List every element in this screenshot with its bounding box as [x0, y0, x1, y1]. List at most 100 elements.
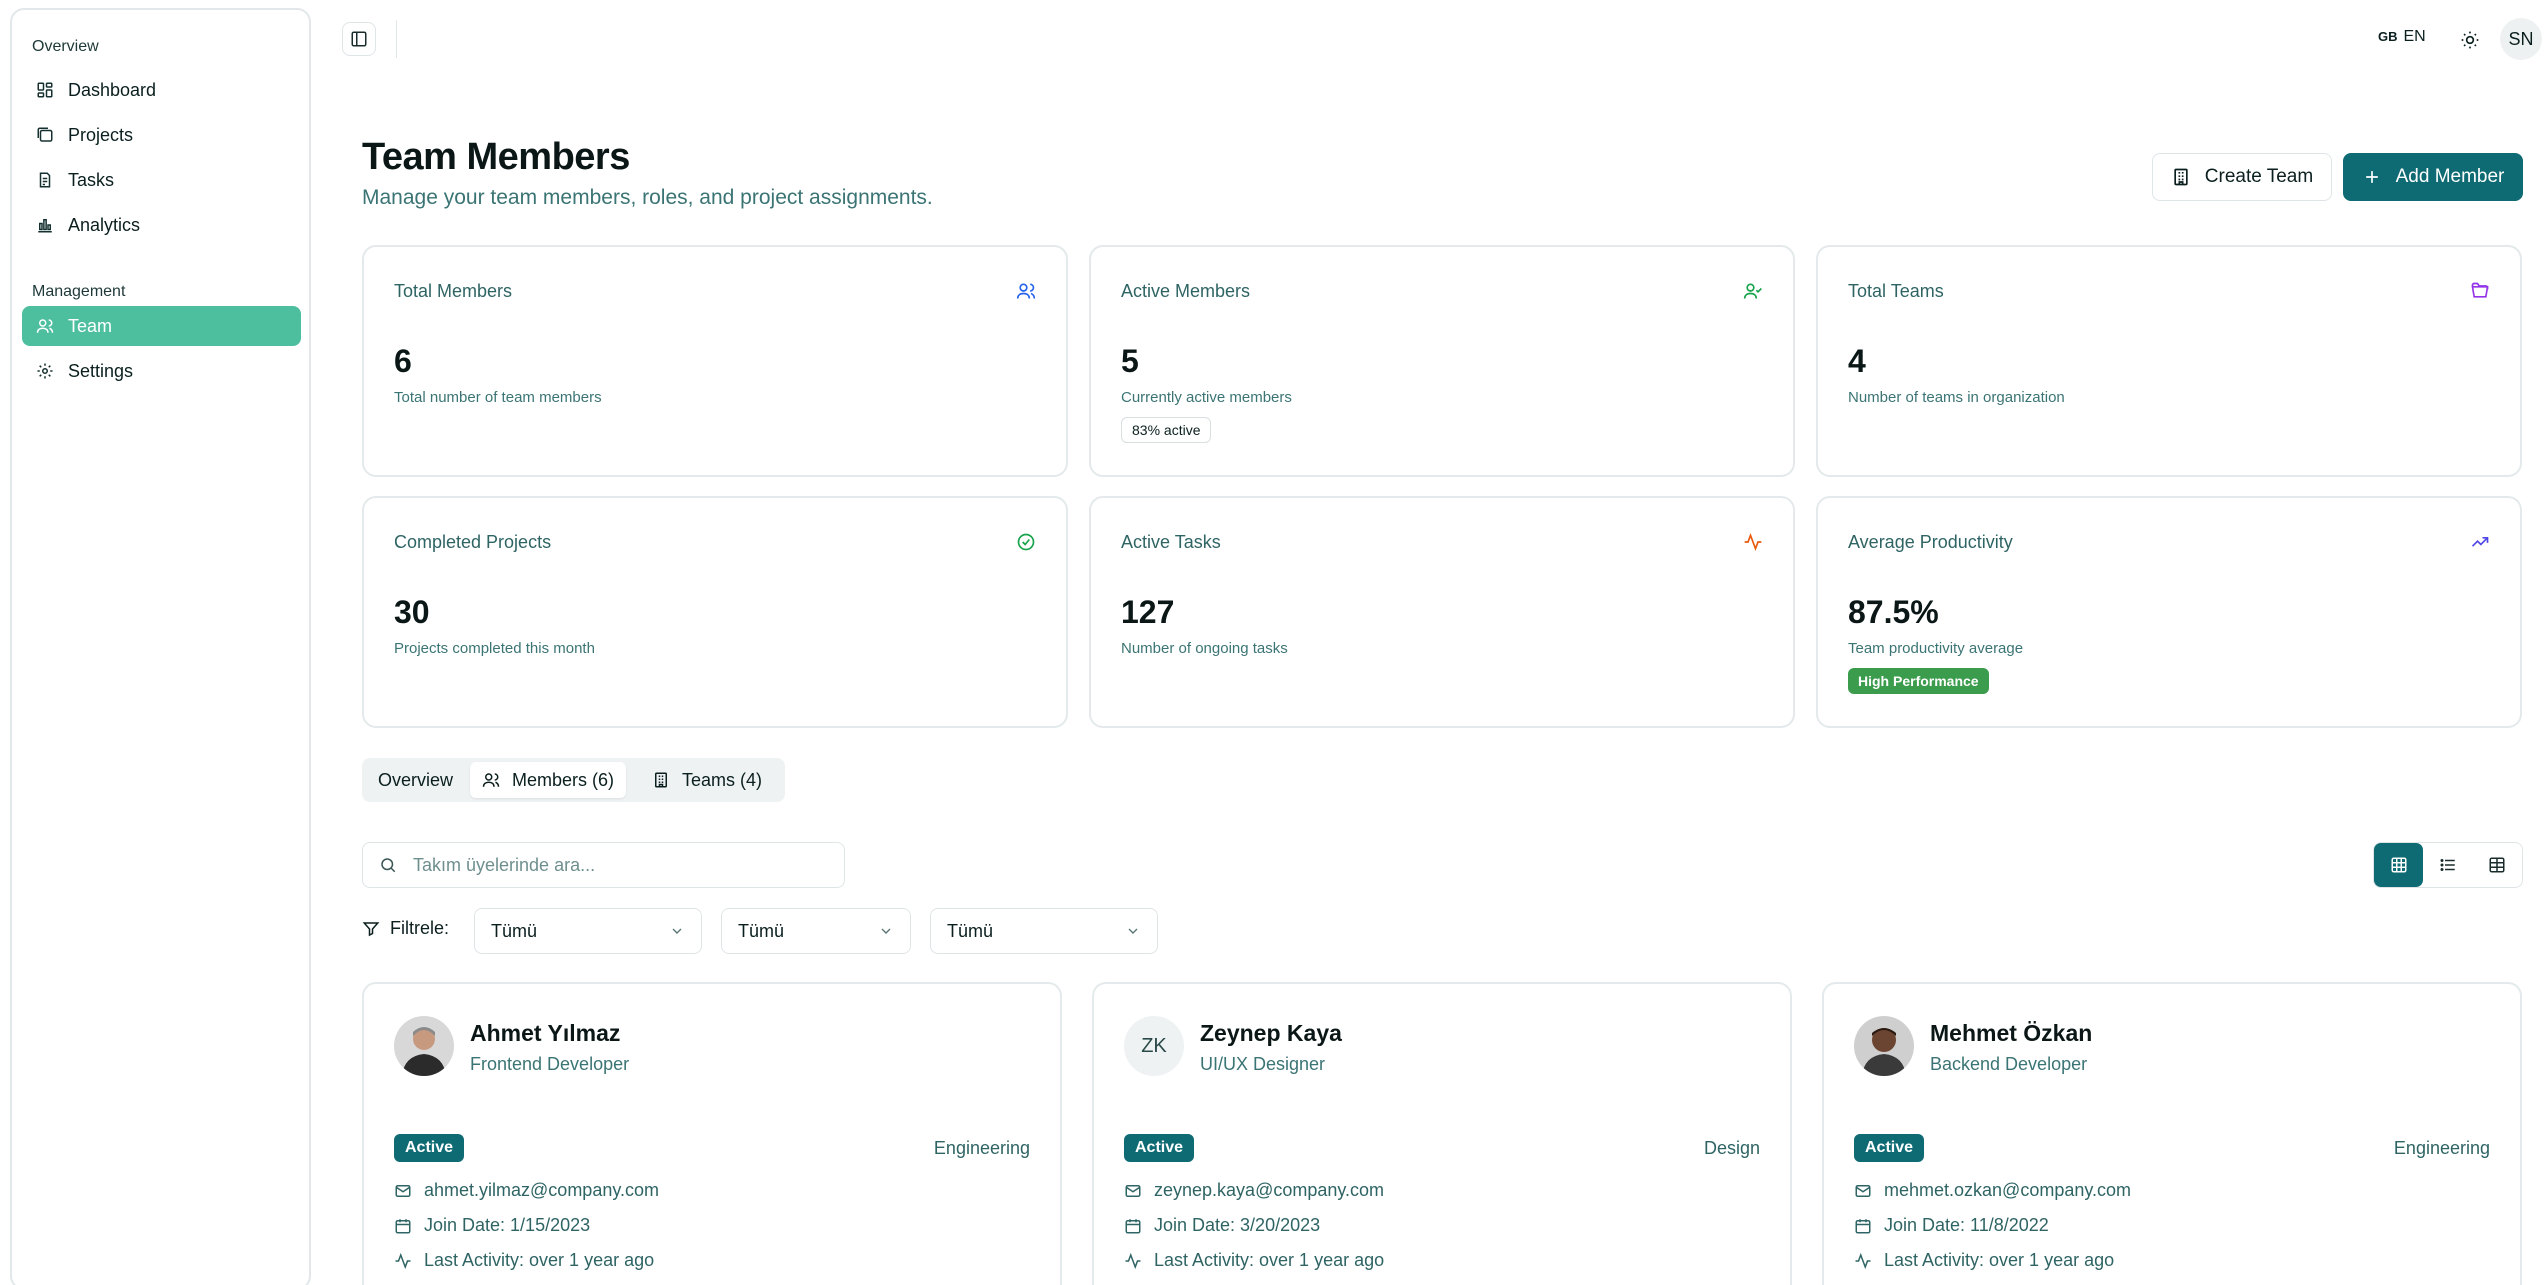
users-icon [1016, 281, 1036, 301]
mail-icon [1124, 1182, 1142, 1200]
stat-title: Active Tasks [1121, 532, 1221, 552]
folders-icon [36, 126, 54, 144]
table-view-button[interactable] [2473, 843, 2522, 887]
sidebar-item-settings[interactable]: Settings [22, 351, 301, 391]
status-badge: Active [1854, 1134, 1925, 1162]
language-switcher[interactable]: GB EN [2378, 28, 2426, 46]
stat-value: 5 [1121, 343, 1139, 379]
building-icon [2171, 167, 2191, 187]
member-card[interactable]: ZK Zeynep Kaya UI/UX Designer Active Des… [1092, 982, 1792, 1285]
activity-icon [1124, 1252, 1142, 1270]
member-last-activity: Last Activity: over 1 year ago [1854, 1250, 2114, 1271]
stat-value: 6 [394, 343, 412, 379]
stat-title: Total Members [394, 281, 513, 301]
stat-card-active-tasks: Active Tasks 127 Number of ongoing tasks [1089, 496, 1795, 728]
stat-title: Completed Projects [394, 532, 552, 552]
folder-open-icon [2470, 281, 2490, 301]
tab-members[interactable]: Members (6) [470, 762, 627, 798]
member-email: zeynep.kaya@company.com [1124, 1180, 1384, 1201]
create-team-button[interactable]: Create Team [2152, 153, 2332, 201]
chevron-down-icon [669, 923, 685, 939]
sidebar-item-label: Projects [68, 124, 134, 145]
sidebar-toggle-button[interactable] [342, 22, 376, 56]
select-value: Tümü [738, 920, 785, 941]
sidebar-item-label: Dashboard [68, 79, 157, 100]
stat-title: Total Teams [1848, 281, 1944, 301]
gear-icon [36, 362, 54, 380]
member-name: Mehmet Özkan [1930, 1020, 2093, 1046]
role-filter-select[interactable]: Tümü [930, 908, 1158, 954]
tab-label: Overview [378, 769, 454, 790]
mail-icon [394, 1182, 412, 1200]
sidebar-item-projects[interactable]: Projects [22, 115, 301, 155]
panel-left-icon [350, 30, 368, 48]
department-filter-select[interactable]: Tümü [721, 908, 911, 954]
stat-card-average-productivity: Average Productivity 87.5% Team producti… [1816, 496, 2522, 728]
stat-title: Average Productivity [1848, 532, 2013, 552]
chevron-down-icon [1125, 923, 1141, 939]
member-last-activity: Last Activity: over 1 year ago [1124, 1250, 1384, 1271]
sidebar-item-label: Team [68, 315, 113, 336]
filter-label-text: Filtrele: [390, 918, 450, 938]
grid-view-button[interactable] [2374, 843, 2424, 887]
theme-toggle-button[interactable] [2452, 22, 2488, 58]
stat-value: 127 [1121, 594, 1175, 630]
member-department: Design [1703, 1138, 1760, 1158]
user-avatar[interactable]: SN [2500, 18, 2542, 60]
sidebar-item-dashboard[interactable]: Dashboard [22, 70, 301, 110]
member-card[interactable]: Mehmet Özkan Backend Developer Active En… [1822, 982, 2522, 1285]
calendar-icon [1854, 1217, 1872, 1235]
member-role: Frontend Developer [470, 1054, 630, 1074]
member-email: ahmet.yilmaz@company.com [394, 1180, 659, 1201]
flag-icon: GB [2378, 29, 2398, 44]
page-subtitle: Manage your team members, roles, and pro… [362, 186, 933, 209]
stat-value: 4 [1848, 343, 1866, 379]
tab-teams[interactable]: Teams (4) [640, 762, 774, 798]
select-value: Tümü [947, 920, 994, 941]
list-view-button[interactable] [2423, 843, 2472, 887]
sidebar-item-analytics[interactable]: Analytics [22, 205, 301, 245]
user-icon [36, 317, 54, 335]
topbar-divider [396, 20, 397, 58]
sidebar-group-management: Management [32, 283, 126, 300]
stat-card-total-members: Total Members 6 Total number of team mem… [362, 245, 1068, 477]
tab-label: Members (6) [512, 769, 615, 790]
building-icon [652, 771, 670, 789]
sidebar: Overview Dashboard Projects Tasks Analyt… [10, 8, 311, 1285]
member-card[interactable]: Ahmet Yılmaz Frontend Developer Active E… [362, 982, 1062, 1285]
search-input[interactable] [413, 854, 813, 876]
table-icon [2488, 856, 2506, 874]
sidebar-item-label: Analytics [68, 214, 141, 235]
sidebar-item-team[interactable]: Team [22, 306, 301, 346]
last-activity-text: Last Activity: over 1 year ago [1884, 1250, 2115, 1270]
member-department: Engineering [2393, 1138, 2490, 1158]
page-title: Team Members [362, 136, 630, 178]
avatar [394, 1016, 454, 1076]
list-icon [2439, 856, 2457, 874]
calendar-icon [394, 1217, 412, 1235]
member-role: Backend Developer [1930, 1054, 2088, 1074]
tab-list: Overview Members (6) Teams (4) [362, 758, 785, 802]
create-team-label: Create Team [2204, 166, 2314, 187]
tab-overview[interactable]: Overview [366, 762, 465, 798]
language-code: EN [2403, 28, 2426, 45]
add-member-button[interactable]: Add Member [2343, 153, 2523, 201]
user-check-icon [1743, 281, 1763, 301]
activity-icon [1854, 1252, 1872, 1270]
add-member-label: Add Member [2395, 166, 2505, 187]
activity-icon [1743, 532, 1763, 552]
last-activity-text: Last Activity: over 1 year ago [424, 1250, 655, 1270]
stat-description: Number of ongoing tasks [1121, 640, 1288, 657]
status-filter-select[interactable]: Tümü [474, 908, 702, 954]
email-text: zeynep.kaya@company.com [1154, 1180, 1385, 1200]
mail-icon [1854, 1182, 1872, 1200]
sidebar-item-tasks[interactable]: Tasks [22, 160, 301, 200]
member-last-activity: Last Activity: over 1 year ago [394, 1250, 654, 1271]
member-join-date: Join Date: 11/8/2022 [1854, 1215, 2049, 1236]
filter-icon [362, 920, 380, 938]
stat-value: 30 [394, 594, 430, 630]
stat-description: Team productivity average [1848, 640, 2024, 657]
last-activity-text: Last Activity: over 1 year ago [1154, 1250, 1385, 1270]
calendar-icon [1124, 1217, 1142, 1235]
stat-description: Total number of team members [394, 389, 602, 406]
